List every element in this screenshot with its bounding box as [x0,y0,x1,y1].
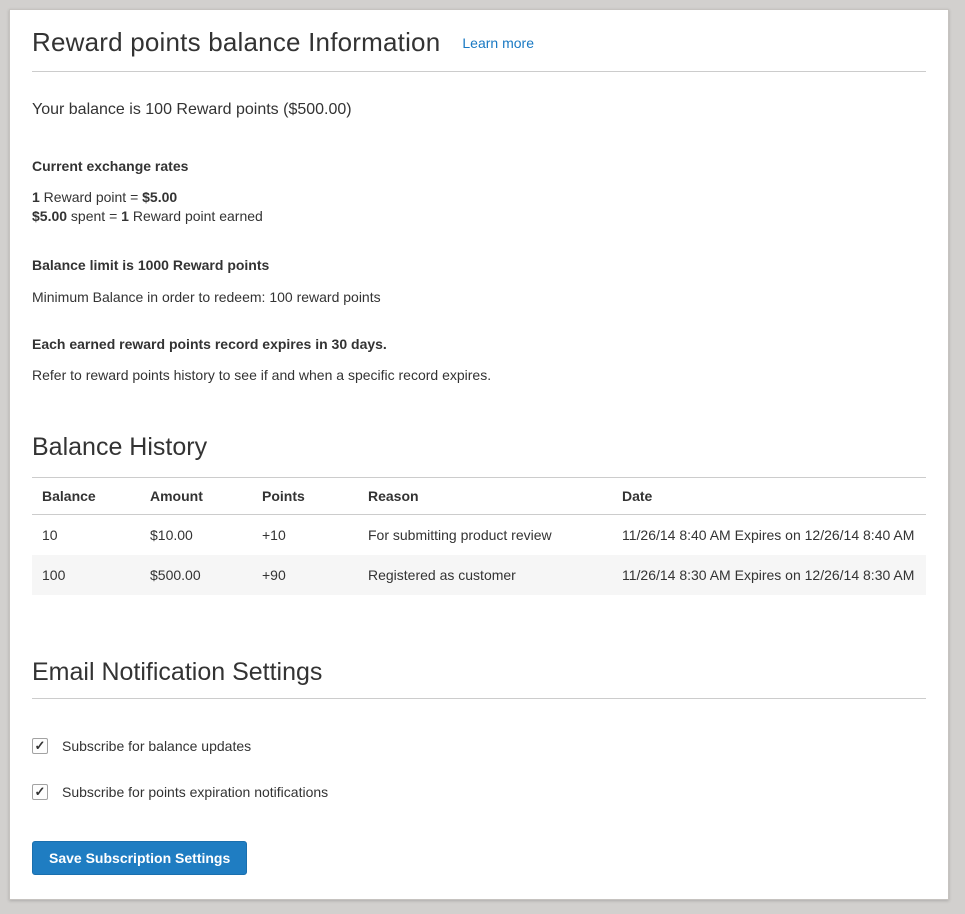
rate-earn-line: 1 Reward point = $5.00 [32,189,177,205]
balance-summary: Your balance is 100 Reward points ($500.… [32,101,926,119]
column-header-date: Date [612,478,926,515]
cell-balance: 10 [32,515,140,556]
email-settings-divider [32,698,926,699]
cell-balance: 100 [32,555,140,595]
cell-date: 11/26/14 8:30 AM Expires on 12/26/14 8:3… [612,555,926,595]
expiration-notifications-label[interactable]: Subscribe for points expiration notifica… [62,784,328,800]
balance-limit-text: Balance limit is 1000 Reward points [32,257,926,273]
min-balance-text: Minimum Balance in order to redeem: 100 … [32,289,926,305]
cell-amount: $10.00 [140,515,252,556]
expiration-note: Refer to reward points history to see if… [32,367,926,383]
exchange-rates: 1 Reward point = $5.00 $5.00 spent = 1 R… [32,188,926,226]
balance-updates-option: Subscribe for balance updates [32,738,926,754]
rate-spend-line: $5.00 spent = 1 Reward point earned [32,208,263,224]
email-settings-title: Email Notification Settings [32,658,926,687]
cell-amount: $500.00 [140,555,252,595]
column-header-points: Points [252,478,358,515]
table-row: 10 $10.00 +10 For submitting product rev… [32,515,926,556]
cell-date: 11/26/14 8:40 AM Expires on 12/26/14 8:4… [612,515,926,556]
column-header-balance: Balance [32,478,140,515]
balance-history-title: Balance History [32,433,926,462]
title-divider [32,71,926,72]
column-header-reason: Reason [358,478,612,515]
column-header-amount: Amount [140,478,252,515]
cell-points: +10 [252,515,358,556]
expiration-text: Each earned reward points record expires… [32,336,926,352]
balance-updates-label[interactable]: Subscribe for balance updates [62,738,251,754]
exchange-rates-heading: Current exchange rates [32,158,926,174]
expiration-notifications-checkbox[interactable] [32,784,48,800]
table-row: 100 $500.00 +90 Registered as customer 1… [32,555,926,595]
cell-reason: For submitting product review [358,515,612,556]
page-header: Reward points balance Information Learn … [32,27,926,58]
balance-updates-checkbox[interactable] [32,738,48,754]
cell-reason: Registered as customer [358,555,612,595]
reward-points-panel: Reward points balance Information Learn … [9,9,949,900]
balance-history-table: Balance Amount Points Reason Date 10 $10… [32,477,926,595]
cell-points: +90 [252,555,358,595]
save-subscription-settings-button[interactable]: Save Subscription Settings [32,841,247,875]
learn-more-link[interactable]: Learn more [462,35,534,51]
table-header: Balance Amount Points Reason Date [32,478,926,515]
page-title: Reward points balance Information [32,27,440,58]
expiration-notifications-option: Subscribe for points expiration notifica… [32,784,926,800]
